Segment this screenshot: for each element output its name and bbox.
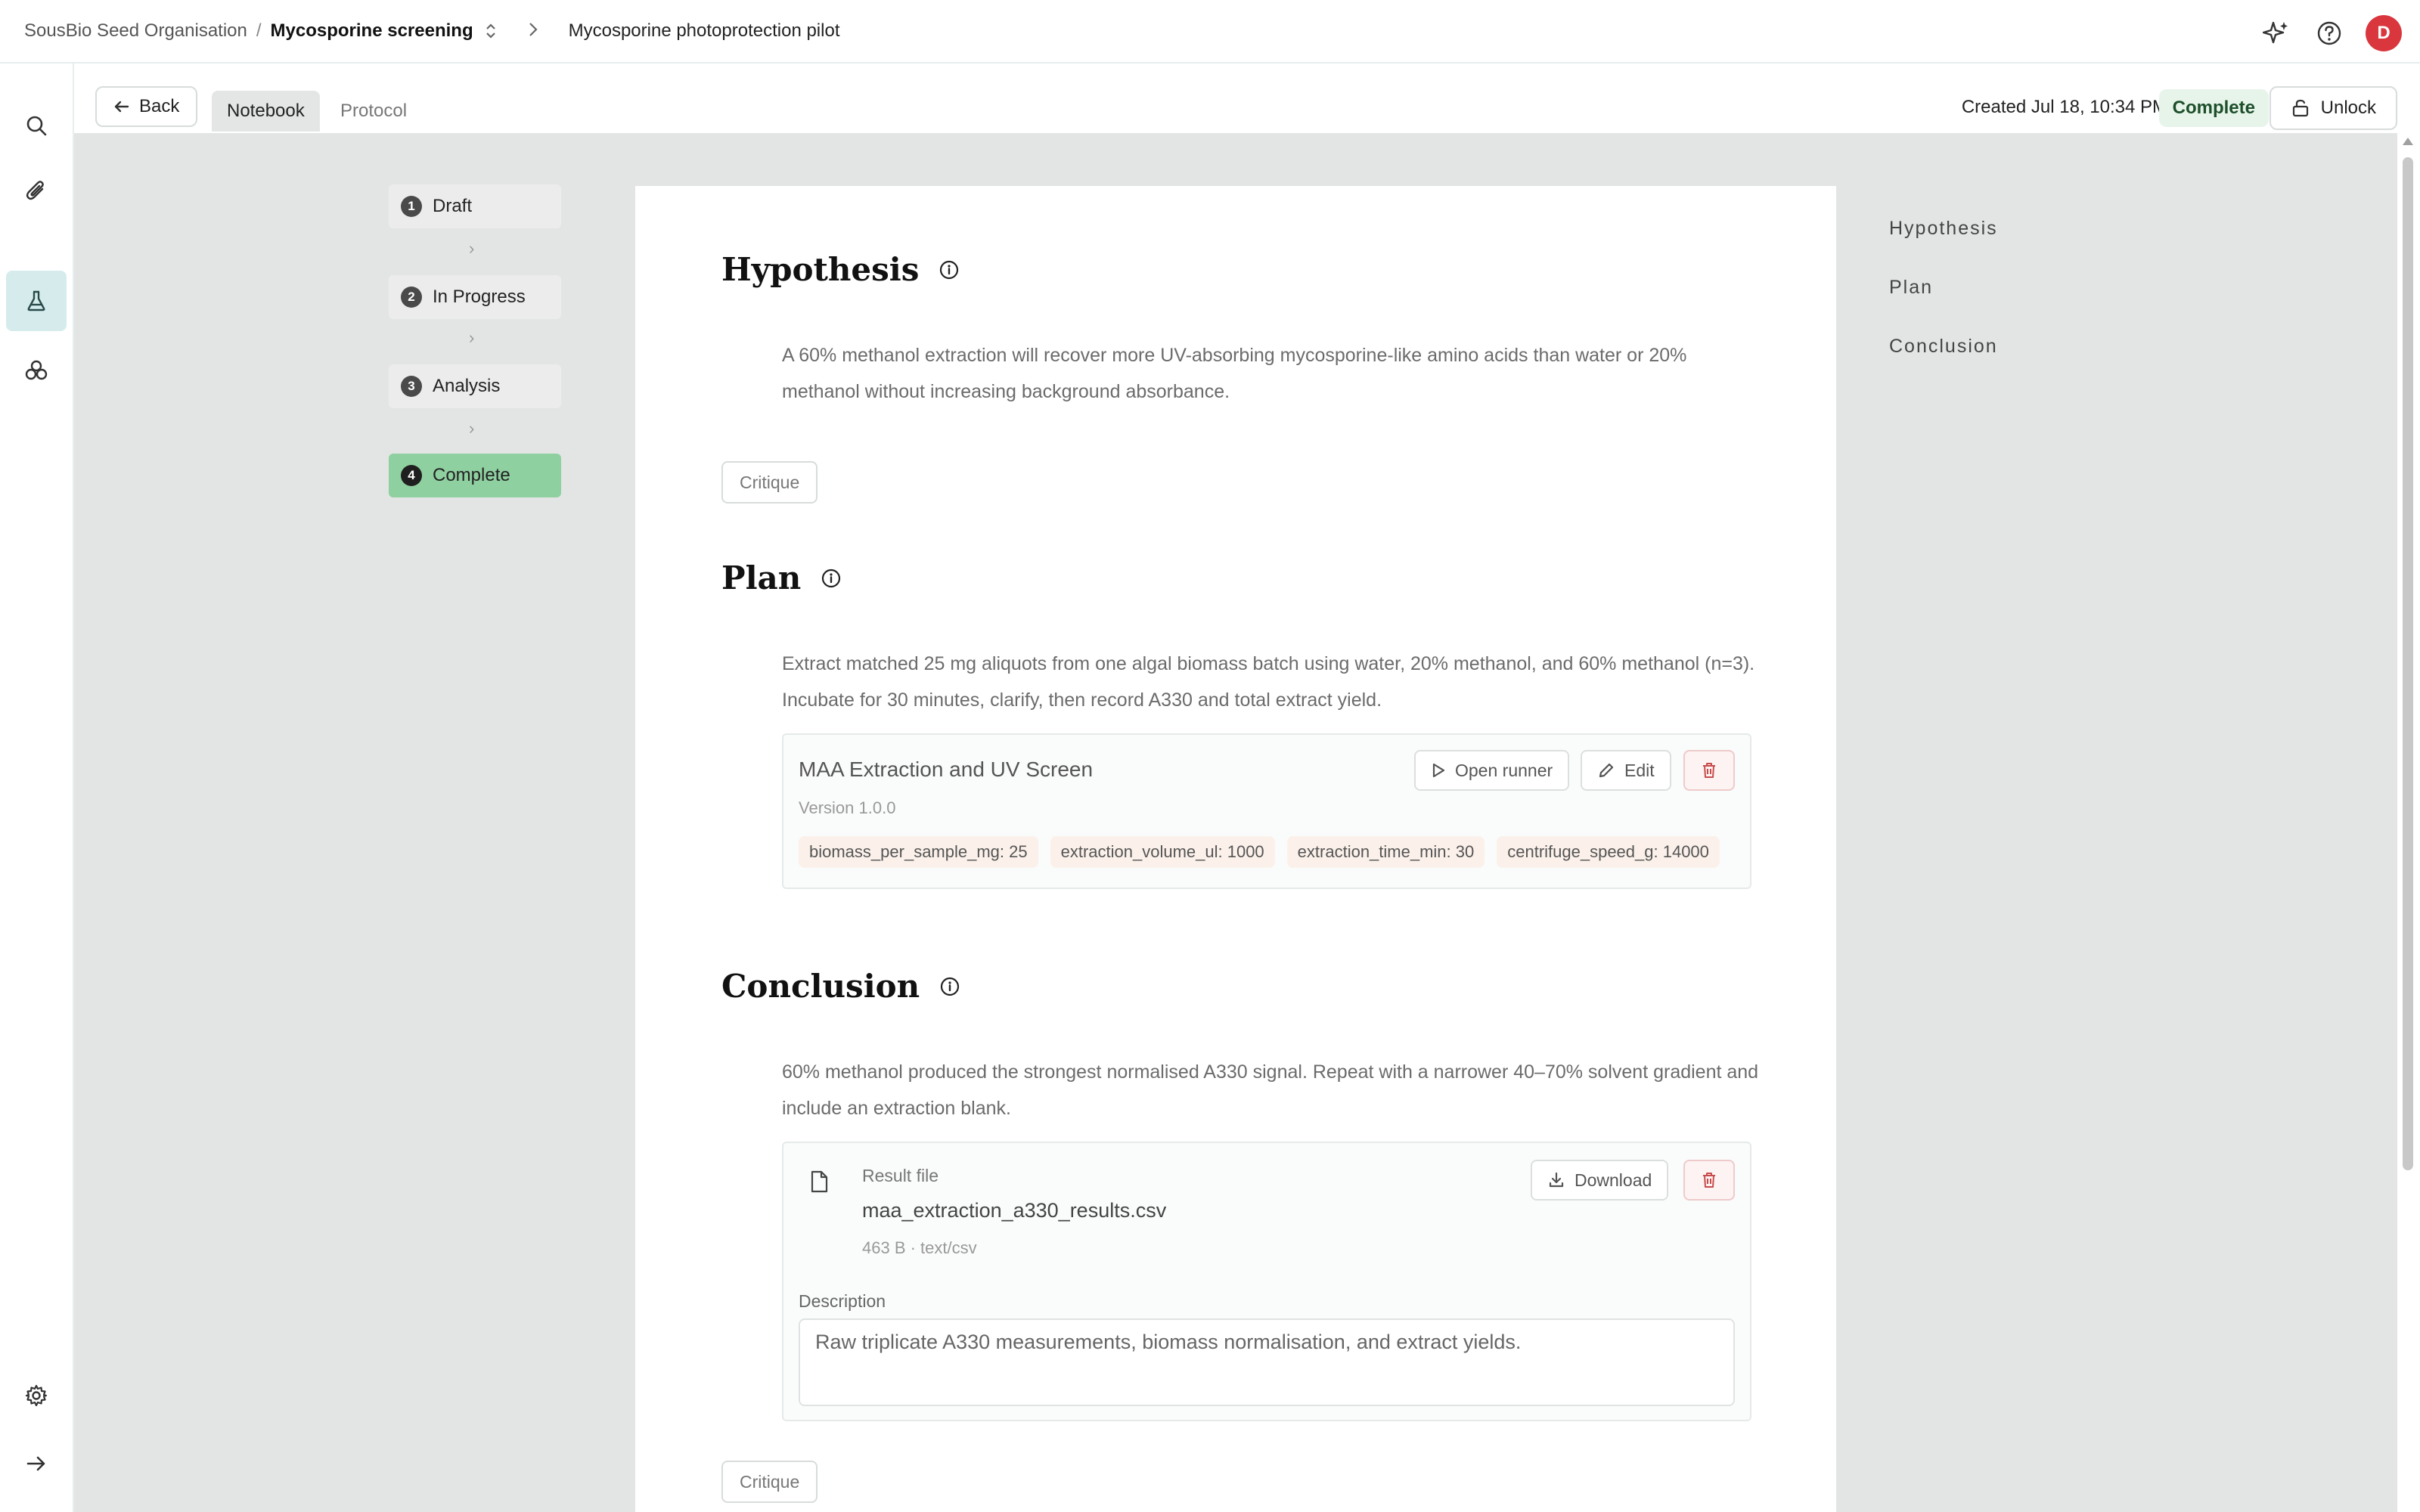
step-label: Analysis <box>433 376 501 396</box>
rail-experiments[interactable] <box>6 271 67 331</box>
scrollbar[interactable] <box>2397 133 2420 1512</box>
info-icon[interactable] <box>821 568 842 589</box>
step-connector: › <box>469 239 475 258</box>
project-switcher-icon[interactable] <box>484 21 498 41</box>
param-chip: extraction_time_min: 30 <box>1286 836 1485 868</box>
hypothesis-critique-button[interactable]: Critique <box>721 461 818 503</box>
rail-search[interactable] <box>6 95 67 156</box>
pencil-icon <box>1599 763 1614 778</box>
info-icon[interactable] <box>939 976 960 997</box>
conclusion-critique-button[interactable]: Critique <box>721 1461 818 1503</box>
arrow-left-icon <box>114 101 129 113</box>
top-bar: SousBio Seed Organisation / Mycosporine … <box>0 0 2420 64</box>
protocol-version: Version 1.0.0 <box>799 798 896 817</box>
step-label: Complete <box>433 465 510 485</box>
info-icon[interactable] <box>939 259 960 280</box>
conclusion-heading: Conclusion <box>721 968 960 1005</box>
status-badge: Complete <box>2158 89 2269 127</box>
user-avatar[interactable]: D <box>2366 15 2402 51</box>
step-connector: › <box>469 419 475 438</box>
breadcrumb-chevron-icon <box>528 20 538 43</box>
protocol-card: MAA Extraction and UV Screen Version 1.0… <box>782 733 1751 889</box>
back-button[interactable]: Back <box>95 86 198 127</box>
delete-protocol-button[interactable] <box>1683 750 1735 791</box>
download-icon <box>1549 1172 1564 1188</box>
edit-label: Edit <box>1624 760 1655 780</box>
step-number: 3 <box>401 376 422 397</box>
toc-conclusion[interactable]: Conclusion <box>1889 336 1998 358</box>
step-in-progress[interactable]: 2 In Progress <box>389 275 561 319</box>
rail-attachments[interactable] <box>6 160 67 221</box>
unlock-icon <box>2292 99 2308 117</box>
result-file-card: Result file maa_extraction_a330_results.… <box>782 1142 1751 1421</box>
tab-protocol[interactable]: Protocol <box>325 91 422 132</box>
step-number: 2 <box>401 287 422 308</box>
scroll-up-arrow[interactable] <box>2403 138 2413 145</box>
plan-title: Plan <box>721 559 802 596</box>
conclusion-text[interactable]: 60% methanol produced the strongest norm… <box>782 1054 1765 1126</box>
param-chip: centrifuge_speed_g: 14000 <box>1497 836 1720 868</box>
unlock-button[interactable]: Unlock <box>2269 86 2397 130</box>
search-icon <box>26 116 47 136</box>
protocol-params: biomass_per_sample_mg: 25 extraction_vol… <box>799 836 1720 868</box>
scroll-thumb[interactable] <box>2403 157 2413 1170</box>
rail-expand[interactable] <box>6 1433 67 1494</box>
paperclip-icon <box>26 181 44 200</box>
left-rail <box>0 64 74 1512</box>
description-label: Description <box>799 1291 886 1311</box>
breadcrumb-separator: / <box>256 20 262 41</box>
step-number: 4 <box>401 465 422 486</box>
step-number: 1 <box>401 196 422 217</box>
play-icon <box>1432 763 1445 778</box>
param-chip: extraction_volume_ul: 1000 <box>1050 836 1275 868</box>
subheader: Back Notebook Protocol Created Jul 18, 1… <box>74 64 2420 133</box>
trash-icon <box>1703 763 1715 778</box>
notebook-document: Hypothesis A 60% methanol extraction wil… <box>635 186 1836 1512</box>
toc-plan[interactable]: Plan <box>1889 277 1933 299</box>
trash-icon <box>1703 1173 1715 1188</box>
molecules-icon <box>25 360 48 380</box>
delete-file-button[interactable] <box>1683 1160 1735 1201</box>
hypothesis-heading: Hypothesis <box>721 251 960 288</box>
protocol-name: MAA Extraction and UV Screen <box>799 758 1094 781</box>
file-icon <box>811 1170 828 1193</box>
arrow-right-icon <box>26 1456 45 1471</box>
created-timestamp: Created Jul 18, 10:34 PM <box>1961 97 2167 117</box>
edit-button[interactable]: Edit <box>1581 750 1671 791</box>
download-label: Download <box>1575 1170 1652 1190</box>
open-runner-button[interactable]: Open runner <box>1414 750 1570 791</box>
tab-notebook[interactable]: Notebook <box>212 91 320 132</box>
result-file-meta: 463 B · text/csv <box>862 1238 977 1257</box>
result-file-label: Result file <box>862 1166 939 1185</box>
step-label: In Progress <box>433 287 526 307</box>
breadcrumb-page: Mycosporine photoprotection pilot <box>568 20 840 41</box>
plan-text[interactable]: Extract matched 25 mg aliquots from one … <box>782 646 1765 718</box>
step-label: Draft <box>433 196 473 216</box>
step-analysis[interactable]: 3 Analysis <box>389 364 561 408</box>
rail-settings[interactable] <box>6 1365 67 1426</box>
flask-icon <box>27 290 45 311</box>
hypothesis-title: Hypothesis <box>721 251 920 288</box>
toc-hypothesis[interactable]: Hypothesis <box>1889 218 1998 240</box>
conclusion-title: Conclusion <box>721 968 920 1005</box>
plan-heading: Plan <box>721 559 842 596</box>
breadcrumb-project[interactable]: Mycosporine screening <box>271 20 473 42</box>
download-button[interactable]: Download <box>1531 1160 1669 1201</box>
ai-sparkle-icon[interactable] <box>2260 17 2293 50</box>
gear-icon <box>25 1384 48 1407</box>
result-file-name[interactable]: maa_extraction_a330_results.csv <box>862 1199 1166 1222</box>
unlock-button-label: Unlock <box>2320 98 2376 118</box>
breadcrumb-org[interactable]: SousBio Seed Organisation <box>24 20 247 42</box>
rail-integrations[interactable] <box>6 340 67 401</box>
param-chip: biomass_per_sample_mg: 25 <box>799 836 1038 868</box>
top-actions: D <box>2260 15 2402 51</box>
open-runner-label: Open runner <box>1455 760 1553 780</box>
description-textarea[interactable]: Raw triplicate A330 measurements, biomas… <box>799 1318 1735 1406</box>
step-draft[interactable]: 1 Draft <box>389 184 561 228</box>
help-icon[interactable] <box>2313 17 2346 50</box>
back-button-label: Back <box>139 96 180 116</box>
step-complete[interactable]: 4 Complete <box>389 454 561 497</box>
step-connector: › <box>469 328 475 347</box>
hypothesis-text[interactable]: A 60% methanol extraction will recover m… <box>782 337 1765 410</box>
